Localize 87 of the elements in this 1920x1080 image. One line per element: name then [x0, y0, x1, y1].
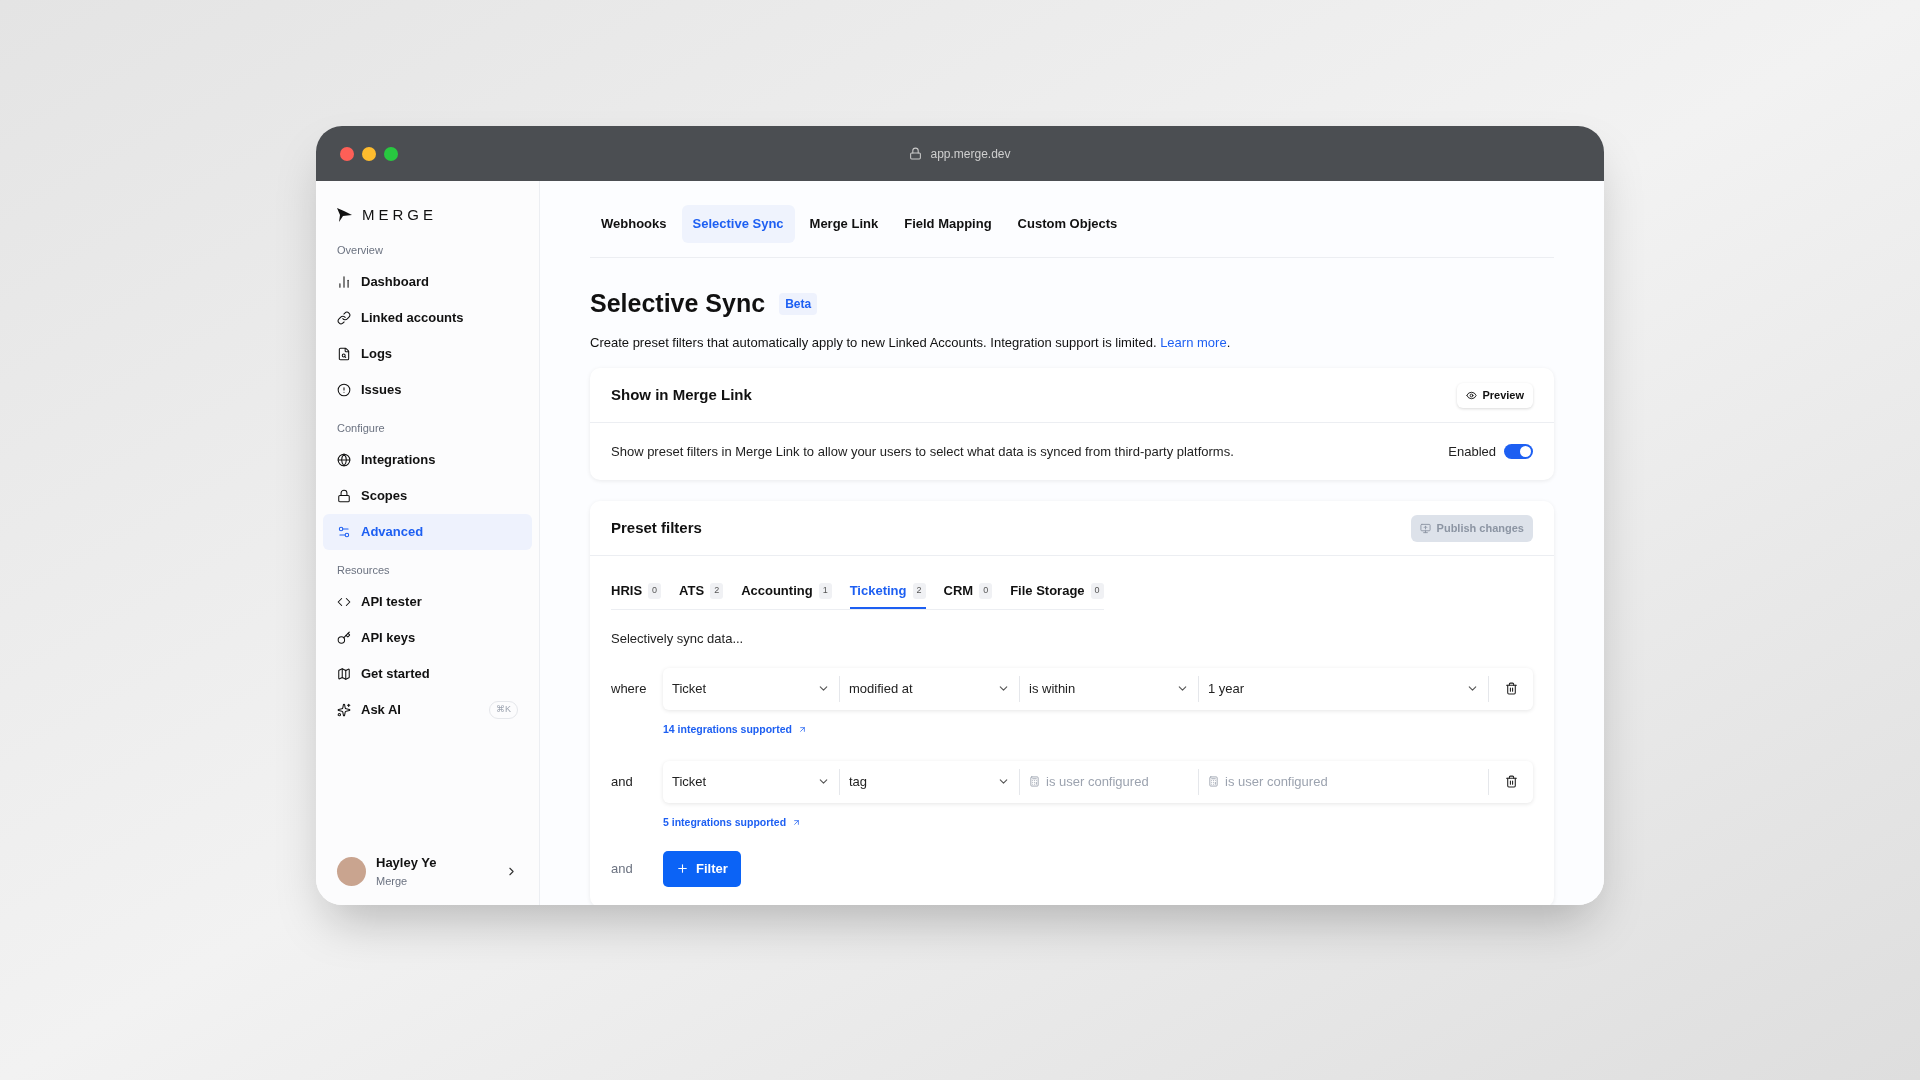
user-org: Merge [376, 873, 409, 889]
code-icon [337, 595, 351, 609]
sidebar-section-label: Configure [336, 420, 386, 436]
arrow-up-right-icon [792, 817, 802, 827]
page-description: Create preset filters that automatically apply to new Linked Accounts. Integration support is limited. Learn more. [590, 333, 1232, 352]
logo-wordmark: MERGE [362, 204, 437, 225]
toggle-label: Enabled [1448, 442, 1496, 461]
intro-text: Selectively sync data... [611, 630, 745, 648]
link-icon [337, 311, 351, 325]
sidebar-item[interactable]: Get started [323, 656, 532, 692]
filter-select[interactable]: modified at [840, 675, 1020, 702]
sidebar-item[interactable]: Integrations [323, 442, 532, 478]
category-tab[interactable]: CRM 0 [943, 575, 993, 609]
trash-icon [1504, 775, 1518, 788]
count-badge: 0 [648, 583, 662, 599]
user-configured-field: is user configured [1199, 768, 1489, 795]
count-badge: 0 [1090, 583, 1104, 599]
sidebar-item[interactable]: Issues [323, 372, 532, 408]
nav-tab[interactable]: Custom Objects [1006, 204, 1129, 243]
sidebar-item[interactable]: API keys [323, 620, 532, 656]
alert-circle-icon [337, 383, 351, 397]
sidebar-item[interactable]: Logs [323, 336, 532, 372]
add-filter-button[interactable]: Filter [663, 850, 741, 887]
category-tab[interactable]: HRIS 0 [611, 575, 662, 609]
plus-icon [676, 862, 689, 875]
user-name: Hayley Ye [376, 854, 438, 872]
sliders-icon [337, 525, 351, 539]
filter-select[interactable]: Ticket [663, 675, 840, 702]
category-tab[interactable]: Ticketing 2 [849, 575, 926, 609]
filter-select[interactable]: is within [1020, 675, 1199, 702]
sparkles-icon [337, 703, 351, 717]
count-badge: 0 [979, 583, 993, 599]
file-search-icon [337, 347, 351, 361]
globe-icon [337, 453, 351, 467]
monitor-upload-icon [1419, 522, 1431, 534]
maximize-window-button[interactable] [384, 146, 398, 161]
eye-icon [1466, 389, 1478, 401]
count-badge: 2 [912, 583, 926, 599]
calculator-icon [1208, 776, 1219, 787]
category-tab[interactable]: Accounting 1 [741, 575, 832, 609]
connector-label: and [611, 859, 634, 878]
beta-badge: Beta [779, 292, 818, 315]
count-badge: 1 [818, 583, 832, 599]
avatar [337, 856, 366, 886]
bar-chart-icon [337, 275, 351, 289]
connector-label: and [611, 772, 634, 791]
user-profile[interactable]: Hayley Ye Merge [323, 851, 532, 891]
enabled-toggle[interactable] [1504, 444, 1533, 459]
sidebar-item[interactable]: Advanced [323, 514, 532, 550]
address-bar-url: app.merge.dev [930, 145, 1011, 163]
calculator-icon [1029, 776, 1040, 787]
sidebar-item[interactable]: Scopes [323, 478, 532, 514]
category-tab[interactable]: File Storage 0 [1010, 575, 1104, 609]
logo-icon [337, 208, 353, 222]
integrations-supported-link[interactable]: 14 integrations supported [663, 721, 807, 738]
minimize-window-button[interactable] [362, 146, 376, 161]
filter-select[interactable]: 1 year [1199, 675, 1489, 702]
nav-tab[interactable]: Selective Sync [681, 204, 795, 243]
nav-tab[interactable]: Webhooks [590, 204, 678, 243]
learn-more-link[interactable]: Learn more [1160, 334, 1227, 350]
connector-label: where [611, 679, 648, 698]
arrow-up-right-icon [797, 724, 807, 734]
close-window-button[interactable] [340, 146, 354, 161]
count-badge: 2 [710, 583, 724, 599]
filter-select[interactable]: tag [840, 768, 1020, 795]
user-configured-field: is user configured [1020, 768, 1199, 795]
sidebar-item[interactable]: Dashboard [323, 264, 532, 300]
sidebar-section-label: Resources [336, 562, 391, 578]
page-title: Selective Sync [590, 288, 766, 319]
card-title: Show in Merge Link [611, 384, 752, 405]
card-title: Preset filters [611, 517, 702, 538]
category-tab[interactable]: ATS 2 [679, 575, 724, 609]
lock-icon [337, 489, 351, 503]
sidebar-item[interactable]: API tester [323, 584, 532, 620]
preview-button[interactable]: Preview [1457, 382, 1533, 408]
lock-icon [909, 147, 923, 160]
map-icon [337, 667, 351, 681]
sidebar-item[interactable]: Ask AI ⌘K [323, 692, 532, 728]
key-icon [337, 631, 351, 645]
sidebar-section-label: Overview [336, 242, 384, 258]
trash-icon [1504, 682, 1518, 695]
integrations-supported-link[interactable]: 5 integrations supported [663, 814, 802, 831]
sidebar-item[interactable]: Linked accounts [323, 300, 532, 336]
card-text: Show preset filters in Merge Link to allow your users to select what data is synced from third-party platforms. [611, 442, 1234, 461]
nav-tab[interactable]: Merge Link [798, 204, 890, 243]
nav-tab[interactable]: Field Mapping [893, 204, 1003, 243]
filter-select[interactable]: Ticket [663, 768, 840, 795]
